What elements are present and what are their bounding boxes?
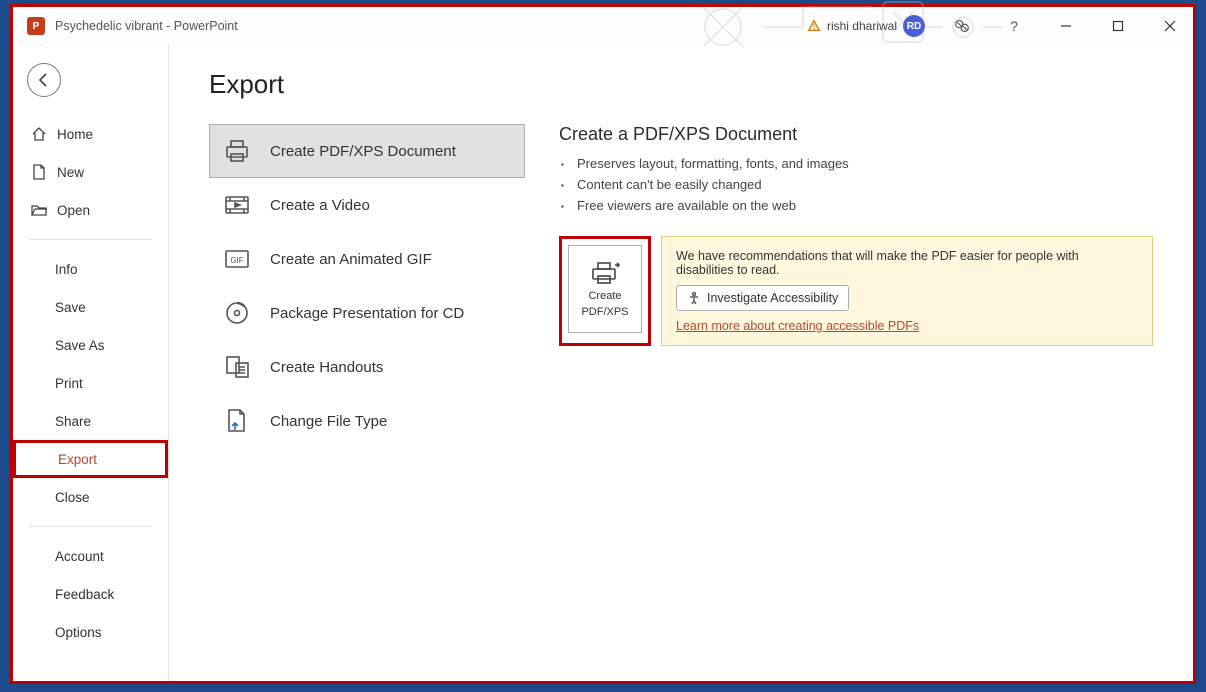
window-title: Psychedelic vibrant - PowerPoint xyxy=(55,19,238,33)
nav-share[interactable]: Share xyxy=(13,402,168,440)
help-button[interactable]: ? xyxy=(991,7,1037,45)
nav-print[interactable]: Print xyxy=(13,364,168,402)
big-button-line2: PDF/XPS xyxy=(581,306,628,318)
export-detail-panel: Create a PDF/XPS Document Preserves layo… xyxy=(559,124,1153,448)
option-label: Package Presentation for CD xyxy=(270,305,464,322)
accessibility-icon xyxy=(687,291,701,305)
option-package-cd[interactable]: Package Presentation for CD xyxy=(209,286,525,340)
close-button[interactable] xyxy=(1147,7,1193,45)
back-button[interactable] xyxy=(27,63,61,97)
accessibility-info-panel: We have recommendations that will make t… xyxy=(661,236,1153,346)
body-area: Home New Open Info Save Save As Print Sh… xyxy=(13,45,1193,681)
investigate-accessibility-button[interactable]: Investigate Accessibility xyxy=(676,285,849,311)
titlebar-right-controls: rishi dhariwal RD ? xyxy=(807,7,1193,45)
option-create-gif[interactable]: GIF Create an Animated GIF xyxy=(209,232,525,286)
big-button-line1: Create xyxy=(588,290,621,302)
minimize-button[interactable] xyxy=(1043,7,1089,45)
handouts-icon xyxy=(222,352,252,382)
nav-save[interactable]: Save xyxy=(13,288,168,326)
option-create-pdf-xps[interactable]: Create PDF/XPS Document xyxy=(209,124,525,178)
nav-label: Home xyxy=(57,127,93,142)
nav-label: Feedback xyxy=(55,587,114,602)
page-title: Export xyxy=(209,69,1153,100)
main-content: Export Create PDF/XPS Document Create a … xyxy=(169,45,1193,681)
learn-more-link[interactable]: Learn more about creating accessible PDF… xyxy=(676,319,919,333)
backstage-sidebar: Home New Open Info Save Save As Print Sh… xyxy=(13,45,169,681)
bullet-item: Free viewers are available on the web xyxy=(577,195,1153,216)
nav-separator xyxy=(29,239,152,240)
nav-open[interactable]: Open xyxy=(13,191,168,229)
nav-feedback[interactable]: Feedback xyxy=(13,575,168,613)
window-frame: P Psychedelic vibrant - PowerPoint rishi… xyxy=(10,4,1196,684)
nav-label: Save As xyxy=(55,338,105,353)
nav-info[interactable]: Info xyxy=(13,250,168,288)
nav-options[interactable]: Options xyxy=(13,613,168,651)
nav-label: Account xyxy=(55,549,104,564)
nav-label: New xyxy=(57,165,84,180)
option-label: Create a Video xyxy=(270,197,370,214)
filetype-icon xyxy=(222,406,252,436)
option-label: Change File Type xyxy=(270,413,387,430)
printer-arrow-icon xyxy=(590,260,620,286)
maximize-button[interactable] xyxy=(1095,7,1141,45)
nav-new[interactable]: New xyxy=(13,153,168,191)
coming-soon-button[interactable] xyxy=(939,7,985,45)
export-options-list: Create PDF/XPS Document Create a Video G… xyxy=(209,124,525,448)
app-window: P Psychedelic vibrant - PowerPoint rishi… xyxy=(13,7,1193,681)
nav-label: Export xyxy=(58,452,97,467)
detail-bullets: Preserves layout, formatting, fonts, and… xyxy=(577,153,1153,216)
powerpoint-app-icon: P xyxy=(27,17,45,35)
action-row: Create PDF/XPS We have recommendations t… xyxy=(559,236,1153,346)
avatar: RD xyxy=(903,15,925,37)
export-columns: Create PDF/XPS Document Create a Video G… xyxy=(209,124,1153,448)
create-pdf-xps-button[interactable]: Create PDF/XPS xyxy=(568,245,642,333)
open-folder-icon xyxy=(31,202,47,218)
bullet-item: Content can't be easily changed xyxy=(577,174,1153,195)
nav-home[interactable]: Home xyxy=(13,115,168,153)
option-label: Create Handouts xyxy=(270,359,383,376)
nav-label: Print xyxy=(55,376,83,391)
option-create-handouts[interactable]: Create Handouts xyxy=(209,340,525,394)
bullet-item: Preserves layout, formatting, fonts, and… xyxy=(577,153,1153,174)
nav-save-as[interactable]: Save As xyxy=(13,326,168,364)
nav-account[interactable]: Account xyxy=(13,537,168,575)
nav-label: Options xyxy=(55,625,102,640)
nav-label: Close xyxy=(55,490,90,505)
cd-icon xyxy=(222,298,252,328)
svg-text:GIF: GIF xyxy=(230,256,243,265)
user-name: rishi dhariwal xyxy=(827,19,897,33)
nav-label: Save xyxy=(55,300,86,315)
nav-label: Share xyxy=(55,414,91,429)
nav-close[interactable]: Close xyxy=(13,478,168,516)
recommendation-text: We have recommendations that will make t… xyxy=(676,249,1138,277)
gif-icon: GIF xyxy=(222,244,252,274)
nav-export[interactable]: Export xyxy=(13,440,168,478)
video-icon xyxy=(222,190,252,220)
nav-separator xyxy=(29,526,152,527)
user-account-block[interactable]: rishi dhariwal RD xyxy=(807,15,925,37)
nav-label: Open xyxy=(57,203,90,218)
investigate-label: Investigate Accessibility xyxy=(707,291,838,305)
printer-icon xyxy=(222,136,252,166)
option-change-file-type[interactable]: Change File Type xyxy=(209,394,525,448)
option-label: Create PDF/XPS Document xyxy=(270,143,456,160)
titlebar: P Psychedelic vibrant - PowerPoint rishi… xyxy=(13,7,1193,45)
option-label: Create an Animated GIF xyxy=(270,251,432,268)
nav-label: Info xyxy=(55,262,78,277)
warning-icon xyxy=(807,19,821,33)
home-icon xyxy=(31,126,47,142)
detail-heading: Create a PDF/XPS Document xyxy=(559,124,1153,145)
new-doc-icon xyxy=(31,164,47,180)
option-create-video[interactable]: Create a Video xyxy=(209,178,525,232)
create-pdf-xps-highlight: Create PDF/XPS xyxy=(559,236,651,346)
